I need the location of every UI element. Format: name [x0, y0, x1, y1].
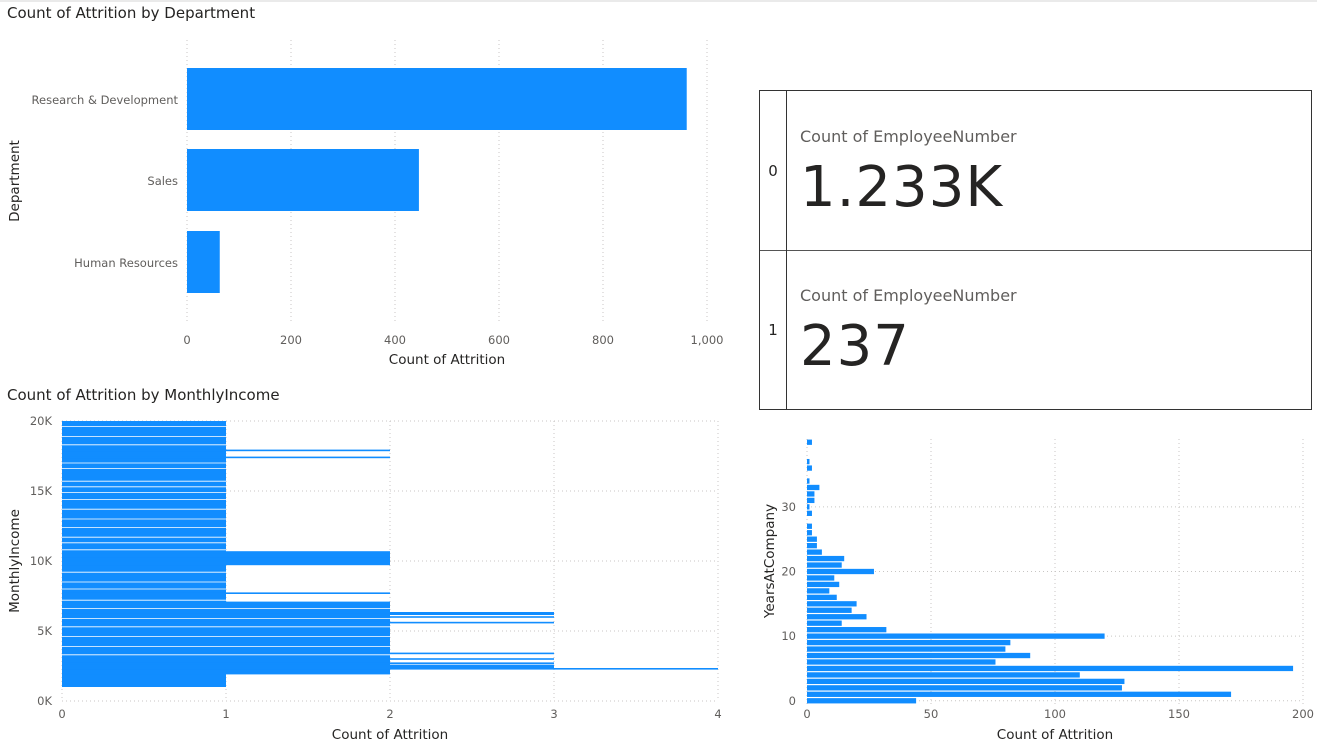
bar	[807, 562, 842, 568]
bar	[807, 536, 817, 542]
bar	[807, 575, 835, 581]
bar	[807, 601, 857, 607]
y-tick-label: 20	[781, 565, 796, 579]
card-caption: Count of EmployeeNumber	[800, 286, 1017, 305]
bar	[807, 594, 837, 601]
bar	[807, 627, 887, 633]
y-tick-label: 10	[781, 629, 796, 643]
bar	[807, 678, 1125, 685]
card-row-1: 1 Count of EmployeeNumber 237	[760, 250, 1311, 409]
bar	[807, 484, 820, 491]
card-caption: Count of EmployeeNumber	[800, 127, 1017, 146]
bar	[807, 652, 1031, 659]
bar	[807, 439, 812, 445]
bar	[807, 478, 810, 484]
y-tick-label: 30	[781, 500, 796, 514]
bar	[807, 491, 815, 497]
x-tick-label: 100	[1044, 707, 1066, 721]
bar	[807, 607, 852, 613]
bar	[807, 523, 812, 529]
bar	[807, 633, 1105, 639]
bar	[807, 497, 815, 504]
x-tick-label: 200	[1292, 707, 1314, 721]
bar	[807, 698, 917, 704]
bar	[807, 672, 1080, 678]
y-tick-label: 0	[789, 694, 796, 708]
bar	[807, 555, 845, 562]
x-tick-label: 0	[803, 707, 810, 721]
x-tick-label: 50	[924, 707, 939, 721]
bar	[807, 659, 996, 665]
bar	[807, 665, 1294, 672]
x-tick-label: 150	[1168, 707, 1190, 721]
row-key: 0	[760, 91, 787, 250]
bar	[807, 620, 842, 626]
employee-count-card-table: 0 Count of EmployeeNumber 1.233K 1 Count…	[759, 90, 1312, 410]
bar	[807, 646, 1006, 652]
x-axis-title: Count of Attrition	[997, 727, 1113, 743]
bar	[807, 542, 817, 549]
bar	[807, 639, 1011, 646]
y-axis-title: YearsAtCompany	[762, 504, 778, 619]
bar	[807, 465, 812, 471]
bar	[807, 458, 810, 465]
card-row-0: 0 Count of EmployeeNumber 1.233K	[760, 91, 1311, 251]
bar	[807, 568, 874, 575]
card-value: 1.233K	[800, 155, 1004, 220]
card-value: 237	[800, 314, 910, 379]
bar	[807, 685, 1122, 691]
bar	[807, 549, 822, 555]
bar	[807, 510, 812, 516]
bar	[807, 530, 812, 536]
row-key: 1	[760, 250, 787, 409]
bar	[807, 504, 810, 510]
bar	[807, 691, 1232, 697]
bar	[807, 581, 840, 588]
bar	[807, 588, 830, 594]
bar	[807, 614, 867, 620]
